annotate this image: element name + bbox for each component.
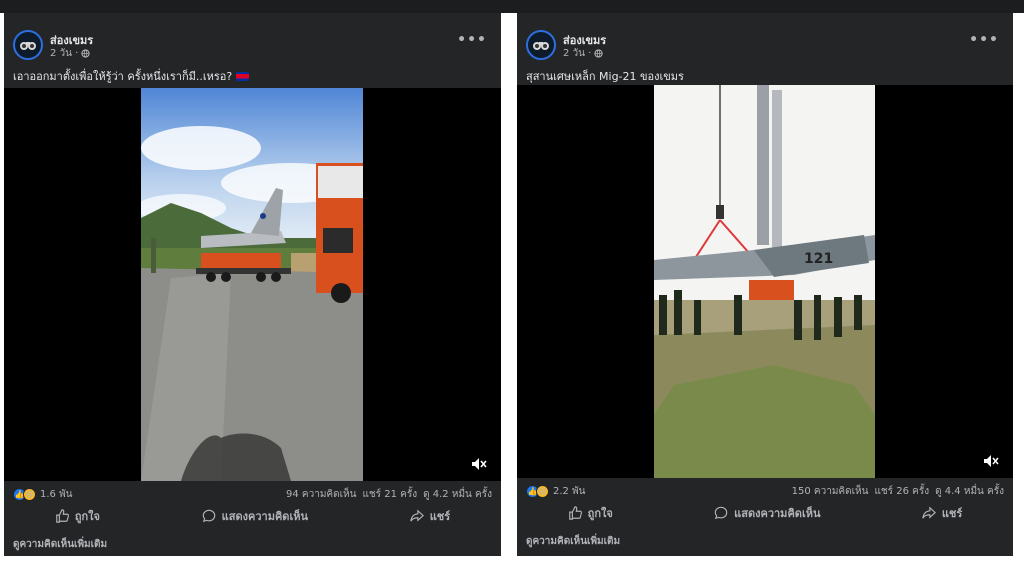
video-player[interactable] bbox=[4, 88, 501, 481]
video-thumbnail-truck-jet bbox=[141, 88, 363, 481]
top-dark-strip bbox=[0, 0, 1024, 13]
view-count: ดู 4.2 หมื่น ครั้ง bbox=[423, 489, 492, 500]
post-caption: สุสานเศษเหล็ก Mig-21 ของเขมร bbox=[526, 67, 684, 85]
reaction-count: 1.6 พัน bbox=[40, 489, 73, 500]
reaction-count-group[interactable]: 👍 😆 2.2 พัน bbox=[526, 484, 586, 499]
like-button[interactable]: ถูกใจ bbox=[55, 507, 100, 525]
reaction-summary: 👍 😆 1.6 พัน 94 ความคิดเห็น แชร์ 21 ครั้ง… bbox=[13, 487, 492, 502]
comment-label: แสดงความคิดเห็น bbox=[221, 510, 308, 523]
post-caption: เอาออกมาตั้งเพื่อให้รู้ว่า ครั้งหนึ่งเรา… bbox=[13, 67, 250, 85]
share-button[interactable]: แชร์ bbox=[409, 507, 451, 525]
reaction-count-group[interactable]: 👍 😆 1.6 พัน bbox=[13, 487, 73, 502]
muted-speaker-icon[interactable] bbox=[983, 454, 999, 468]
view-more-comments-link[interactable]: ดูความคิดเห็นเพิ่มเติม bbox=[13, 537, 107, 552]
binoculars-logo-icon bbox=[530, 34, 552, 56]
post-actions: ถูกใจ แสดงความคิดเห็น แชร์ bbox=[4, 505, 501, 527]
bottom-white-strip bbox=[0, 556, 1024, 576]
like-icon bbox=[568, 506, 582, 520]
comment-button[interactable]: แสดงความคิดเห็น bbox=[714, 504, 820, 522]
share-label: แชร์ bbox=[429, 510, 451, 523]
like-label: ถูกใจ bbox=[587, 507, 613, 520]
caption-text: เอาออกมาตั้งเพื่อให้รู้ว่า ครั้งหนึ่งเรา… bbox=[13, 70, 233, 83]
reaction-summary: 👍 😆 2.2 พัน 150 ความคิดเห็น แชร์ 26 ครั้… bbox=[526, 484, 1004, 499]
binoculars-logo-icon bbox=[17, 34, 39, 56]
more-options-icon[interactable]: ••• bbox=[969, 32, 999, 48]
haha-reaction-icon: 😆 bbox=[23, 488, 36, 501]
share-count[interactable]: แชร์ 21 ครั้ง bbox=[362, 487, 417, 502]
view-more-comments-link[interactable]: ดูความคิดเห็นเพิ่มเติม bbox=[526, 534, 620, 549]
share-button[interactable]: แชร์ bbox=[922, 504, 962, 522]
share-icon bbox=[922, 506, 936, 519]
video-frame bbox=[141, 88, 363, 481]
more-options-icon[interactable]: ••• bbox=[457, 32, 487, 48]
like-label: ถูกใจ bbox=[74, 510, 100, 523]
share-label: แชร์ bbox=[941, 507, 963, 520]
share-icon bbox=[409, 509, 424, 522]
muted-speaker-icon[interactable] bbox=[471, 457, 487, 471]
post-meta: 2 วัน · bbox=[563, 46, 603, 61]
page-avatar[interactable] bbox=[13, 30, 43, 60]
comment-count[interactable]: 150 ความคิดเห็น bbox=[792, 484, 869, 499]
post-actions: ถูกใจ แสดงความคิดเห็น แชร์ bbox=[517, 502, 1013, 524]
haha-reaction-icon: 😆 bbox=[536, 485, 549, 498]
post-meta: 2 วัน · bbox=[50, 46, 90, 61]
post-time[interactable]: 2 วัน · bbox=[563, 46, 591, 61]
video-player[interactable]: 121 bbox=[517, 85, 1013, 478]
share-count[interactable]: แชร์ 26 ครั้ง bbox=[874, 484, 929, 499]
globe-icon bbox=[594, 49, 603, 58]
view-count: ดู 4.4 หมื่น ครั้ง bbox=[935, 486, 1004, 497]
cambodia-flag-icon bbox=[236, 71, 250, 81]
comment-button[interactable]: แสดงความคิดเห็น bbox=[202, 507, 308, 525]
like-icon bbox=[56, 509, 69, 523]
comment-icon bbox=[714, 506, 728, 520]
page-avatar[interactable] bbox=[526, 30, 556, 60]
post-time[interactable]: 2 วัน · bbox=[50, 46, 78, 61]
aircraft-number-marking: 121 bbox=[804, 251, 833, 267]
like-button[interactable]: ถูกใจ bbox=[568, 504, 613, 522]
comment-label: แสดงความคิดเห็น bbox=[734, 507, 821, 520]
facebook-post-2: ส่องเขมร 2 วัน · ••• สุสานเศษเหล็ก Mig-2… bbox=[517, 13, 1013, 556]
caption-text: สุสานเศษเหล็ก Mig-21 ของเขมร bbox=[526, 70, 684, 83]
comment-icon bbox=[202, 509, 215, 523]
video-frame: 121 bbox=[654, 85, 875, 478]
comment-count[interactable]: 94 ความคิดเห็น bbox=[286, 487, 356, 502]
facebook-post-1: ส่องเขมร 2 วัน · ••• เอาออกมาตั้งเพื่อให… bbox=[4, 13, 501, 556]
video-thumbnail-crane-mig21: 121 bbox=[654, 85, 875, 478]
globe-icon bbox=[81, 49, 90, 58]
reaction-count: 2.2 พัน bbox=[553, 486, 586, 497]
